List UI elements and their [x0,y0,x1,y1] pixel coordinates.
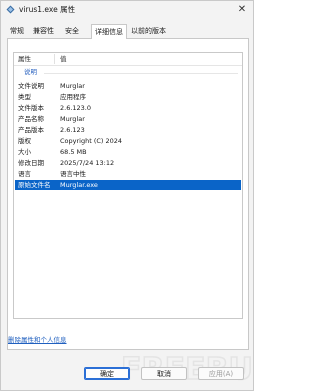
property-value: 2.6.123.0 [60,104,92,112]
app-icon [6,5,15,14]
list-item[interactable]: 版权 Copyright (C) 2024 [15,136,241,146]
property-name: 文件版本 [18,104,44,112]
property-name: 语言 [18,170,31,178]
list-item[interactable]: 大小 68.5 MB [15,147,241,157]
list-item-selected[interactable]: 原始文件名 Murglar.exe [15,180,241,190]
apply-button[interactable]: 应用(A) [198,367,244,380]
tab-compatibility[interactable]: 兼容性 [30,25,57,37]
property-value: Murglar [60,82,85,90]
property-name: 文件说明 [18,82,44,90]
tab-details[interactable]: 详细信息 [91,24,127,39]
tab-security[interactable]: 安全 [62,25,82,37]
title-bar: virus1.exe 属性 ✕ [1,1,253,19]
ok-button[interactable]: 确定 [84,367,130,380]
tab-general[interactable]: 常规 [7,25,27,37]
tab-previous-versions[interactable]: 以前的版本 [128,25,169,37]
list-item[interactable]: 产品名称 Murglar [15,114,241,124]
window-title: virus1.exe 属性 [19,5,76,14]
list-item[interactable]: 产品版本 2.6.123 [15,125,241,135]
list-header: 属性 值 [14,53,242,66]
column-header-property[interactable]: 属性 [18,54,31,64]
list-item[interactable]: 语言 语言中性 [15,169,241,179]
list-item[interactable]: 文件版本 2.6.123.0 [15,103,241,113]
property-name: 产品名称 [18,115,44,123]
property-value: 应用程序 [60,93,86,101]
section-label: 说明 [24,68,37,76]
close-icon[interactable]: ✕ [235,3,249,16]
column-divider[interactable] [54,54,55,64]
list-item[interactable]: 文件说明 Murglar [15,81,241,91]
property-name: 类型 [18,93,31,101]
list-item[interactable]: 类型 应用程序 [15,92,241,102]
property-value: 2025/7/24 13:12 [60,159,115,167]
property-value: 2.6.123 [60,126,85,134]
properties-dialog: virus1.exe 属性 ✕ 常规 兼容性 安全 详细信息 以前的版本 属性 … [0,0,254,391]
property-value: Murglar [60,115,85,123]
property-name: 大小 [18,148,31,156]
cancel-button[interactable]: 取消 [141,367,187,380]
property-value: Murglar.exe [60,181,98,189]
property-value: 68.5 MB [60,148,87,156]
property-name: 产品版本 [18,126,44,134]
details-panel: 属性 值 说明 文件说明 Murglar 类型 应用程序 文件版本 2.6.12… [7,38,249,350]
details-list: 属性 值 说明 文件说明 Murglar 类型 应用程序 文件版本 2.6.12… [13,52,243,319]
property-value: 语言中性 [60,170,86,178]
section-divider [44,73,238,74]
property-name: 版权 [18,137,31,145]
column-header-value[interactable]: 值 [60,54,67,64]
remove-properties-link[interactable]: 删除属性和个人信息 [8,336,67,345]
property-name: 修改日期 [18,159,44,167]
property-name: 原始文件名 [18,181,51,189]
property-value: Copyright (C) 2024 [60,137,123,145]
list-item[interactable]: 修改日期 2025/7/24 13:12 [15,158,241,168]
